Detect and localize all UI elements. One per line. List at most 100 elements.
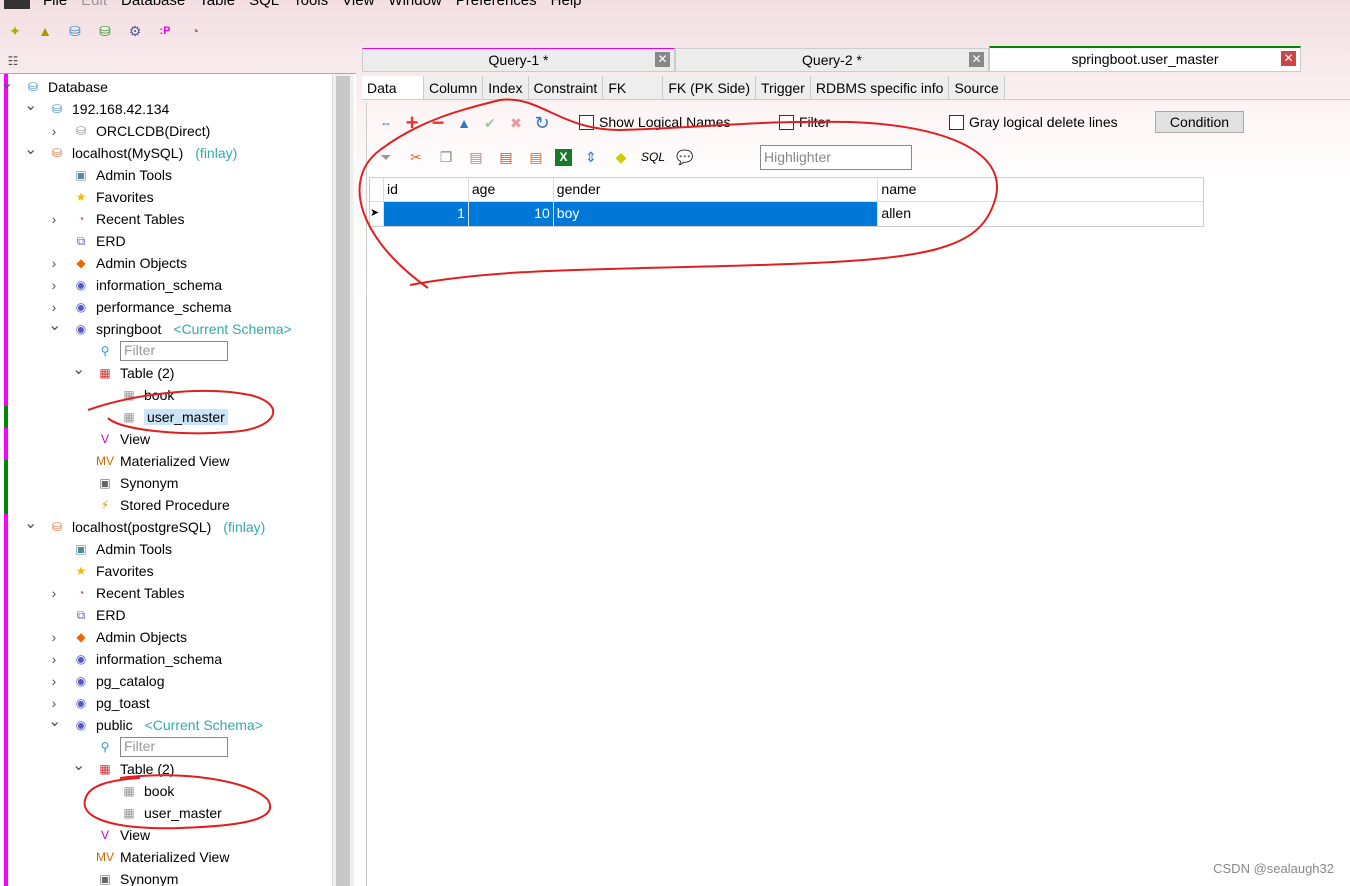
- column-header-age[interactable]: age: [469, 178, 554, 201]
- subtab-data[interactable]: Data: [362, 76, 424, 99]
- menu-database[interactable]: Database: [114, 0, 192, 12]
- tab-query-1[interactable]: Query-1 * ✕: [362, 48, 675, 72]
- subtab-fk[interactable]: FK: [603, 76, 664, 99]
- highlighter-input[interactable]: Highlighter: [760, 145, 912, 170]
- paste-icon[interactable]: ▤: [465, 146, 487, 168]
- tree-filter-input[interactable]: Filter: [120, 737, 228, 757]
- gear-icon[interactable]: ⚙: [124, 20, 146, 42]
- tree-item[interactable]: ▦ user_master: [110, 406, 228, 428]
- add-row-icon[interactable]: +: [401, 110, 423, 135]
- tree-item[interactable]: ▦ user_master: [110, 802, 221, 824]
- tab-user-master[interactable]: springboot.user_master ✕: [989, 46, 1301, 72]
- table-row[interactable]: ➤ 1 10 boy allen: [370, 202, 1203, 226]
- cell-gender[interactable]: boy: [553, 202, 879, 226]
- menu-edit[interactable]: Edit: [74, 0, 114, 12]
- tree-item[interactable]: ▣ Synonym: [86, 472, 178, 494]
- tree-filter-input[interactable]: Filter: [120, 341, 228, 361]
- export-icon[interactable]: ▤: [525, 146, 547, 168]
- tree-item[interactable]: MV Materialized View: [86, 846, 229, 868]
- tree-item[interactable]: › ◔ Recent Tables: [52, 208, 185, 230]
- tree-item[interactable]: V View: [86, 824, 150, 846]
- menu-window[interactable]: Window: [381, 0, 448, 12]
- cell-name[interactable]: allen: [878, 202, 1203, 226]
- tree-item[interactable]: › ◉ pg_catalog: [52, 670, 165, 692]
- menu-preferences[interactable]: Preferences: [449, 0, 544, 12]
- chevron-right-icon[interactable]: ›: [48, 695, 60, 711]
- menu-view[interactable]: View: [335, 0, 381, 12]
- chevron-down-icon[interactable]: ⌄: [72, 359, 85, 379]
- open-folder-icon[interactable]: ▲: [34, 20, 56, 42]
- database-icon[interactable]: ⛁: [64, 20, 86, 42]
- filter-checkbox[interactable]: Filter: [779, 114, 830, 130]
- chevron-right-icon[interactable]: ›: [48, 277, 60, 293]
- chevron-right-icon[interactable]: ›: [48, 673, 60, 689]
- tree-item[interactable]: ▣ Synonym: [86, 868, 178, 886]
- tree-item[interactable]: › ◉ pg_toast: [52, 692, 150, 714]
- cancel-x-icon[interactable]: ✖: [505, 112, 527, 134]
- refresh-icon[interactable]: ↻: [531, 112, 553, 134]
- chevron-right-icon[interactable]: ›: [48, 123, 60, 139]
- tree-item[interactable]: ★ Favorites: [62, 560, 154, 582]
- gray-logical-delete-checkbox[interactable]: Gray logical delete lines: [949, 114, 1118, 130]
- column-header-id[interactable]: id: [384, 178, 469, 201]
- chevron-down-icon[interactable]: ⌄: [48, 315, 61, 335]
- show-logical-names-checkbox[interactable]: Show Logical Names: [579, 114, 731, 130]
- tree-item[interactable]: ⌄ ▦ Table (2): [72, 757, 174, 780]
- tree-item[interactable]: ⧉ ERD: [62, 604, 126, 626]
- subtab-rdbms-specific-info[interactable]: RDBMS specific info: [810, 76, 950, 99]
- commit-check-icon[interactable]: ✔: [479, 112, 501, 134]
- parameter-icon[interactable]: :P: [154, 20, 176, 42]
- filter-funnel-icon[interactable]: ⏷: [375, 146, 397, 168]
- tree-item[interactable]: ▦ book: [110, 384, 174, 406]
- tree-item[interactable]: › ◉ information_schema: [52, 274, 222, 296]
- chevron-right-icon[interactable]: ›: [48, 299, 60, 315]
- tree-item[interactable]: › ⛁ ORCLCDB(Direct): [52, 120, 211, 142]
- chevron-down-icon[interactable]: ⌄: [24, 139, 37, 159]
- tree-item[interactable]: ▣ Admin Tools: [62, 164, 172, 186]
- fit-columns-icon[interactable]: ⇔: [375, 112, 397, 134]
- menu-sql[interactable]: SQL: [242, 0, 286, 12]
- tree-item[interactable]: ⚲ Filter: [86, 736, 228, 758]
- tree-item[interactable]: › ◉ performance_schema: [52, 296, 232, 318]
- column-header-gender[interactable]: gender: [554, 178, 879, 201]
- tree-item[interactable]: ⌄ ◉ springboot <Current Schema>: [48, 317, 292, 340]
- subtab-index[interactable]: Index: [483, 76, 529, 99]
- copy-icon[interactable]: ❐: [435, 146, 457, 168]
- tree-item[interactable]: MV Materialized View: [86, 450, 229, 472]
- menu-tools[interactable]: Tools: [286, 0, 335, 12]
- tree-item[interactable]: ⧉ ERD: [62, 230, 126, 252]
- chevron-right-icon[interactable]: ›: [48, 211, 60, 227]
- chevron-right-icon[interactable]: ›: [48, 585, 60, 601]
- sql-icon[interactable]: SQL: [640, 146, 666, 168]
- delete-row-icon[interactable]: −: [427, 110, 449, 135]
- menu-table[interactable]: Table: [192, 0, 242, 12]
- tree-item[interactable]: › ◔ Recent Tables: [52, 582, 185, 604]
- subtab-column[interactable]: Column: [424, 76, 484, 99]
- tree-item[interactable]: ⌄ ◉ public <Current Schema>: [48, 713, 263, 736]
- menu-help[interactable]: Help: [544, 0, 589, 12]
- row-height-icon[interactable]: ⇕: [580, 146, 602, 168]
- subtab-trigger[interactable]: Trigger: [756, 76, 811, 99]
- tree-item[interactable]: ⌄ ⛁ localhost(MySQL) (finlay): [24, 141, 237, 164]
- import-icon[interactable]: ▤: [495, 146, 517, 168]
- subtab-source[interactable]: Source: [949, 76, 1005, 99]
- subtab-constraint[interactable]: Constraint: [528, 76, 604, 99]
- chevron-right-icon[interactable]: ›: [48, 651, 60, 667]
- chevron-right-icon[interactable]: ›: [48, 629, 60, 645]
- excel-icon[interactable]: X: [555, 148, 572, 166]
- tree-item[interactable]: ▣ Admin Tools: [62, 538, 172, 560]
- cell-id[interactable]: 1: [383, 202, 469, 226]
- null-marker-icon[interactable]: ◆: [610, 146, 632, 168]
- close-icon[interactable]: ✕: [969, 52, 984, 67]
- tab-query-2[interactable]: Query-2 * ✕: [675, 48, 989, 72]
- tree-item[interactable]: › ◉ information_schema: [52, 648, 222, 670]
- chevron-down-icon[interactable]: ⌄: [24, 513, 37, 533]
- tree-item[interactable]: ⌄ ⛁ localhost(postgreSQL) (finlay): [24, 515, 265, 538]
- tree-item[interactable]: › ◆ Admin Objects: [52, 252, 187, 274]
- subtab-fk-pk-side[interactable]: FK (PK Side): [663, 76, 757, 99]
- condition-button[interactable]: Condition: [1155, 111, 1244, 133]
- tree-item[interactable]: V View: [86, 428, 150, 450]
- menu-file[interactable]: File: [36, 0, 74, 12]
- tree-item[interactable]: › ◆ Admin Objects: [52, 626, 187, 648]
- chevron-right-icon[interactable]: ›: [48, 255, 60, 271]
